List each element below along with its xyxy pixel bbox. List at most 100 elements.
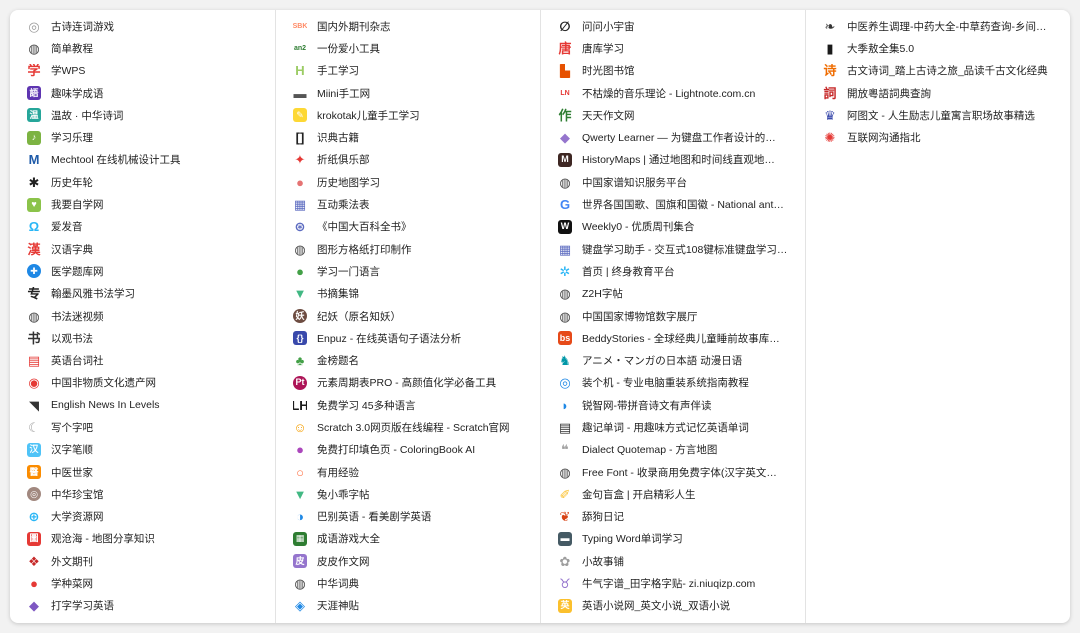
bookmark-item[interactable]: LH 免费学习 45多种语言 — [276, 394, 540, 416]
bookmark-item[interactable]: ▮ 大季敖全集5.0 — [806, 37, 1070, 59]
bookmark-item[interactable]: 皮皮皮作文网 — [276, 550, 540, 572]
bookmark-item[interactable]: ◆ 打字学习英语 — [10, 595, 275, 617]
bookmark-item[interactable]: ▬ Miini手工网 — [276, 82, 540, 104]
bookmark-item[interactable]: ◎ 装个机 - 专业电脑重装系统指南教程 — [541, 372, 805, 394]
bookmark-item[interactable]: an2 一份爱小工具 — [276, 37, 540, 59]
poem-game-icon: ◎ — [28, 19, 40, 34]
bookmark-item[interactable]: ❖ 外文期刊 — [10, 550, 275, 572]
bookmark-item[interactable]: M HistoryMaps | 通过地图和时间线直观地… — [541, 149, 805, 171]
bookmark-item[interactable]: ✲ 首页 | 终身教育平台 — [541, 260, 805, 282]
bookmark-item[interactable]: W Weekly0 - 优质周刊集合 — [541, 216, 805, 238]
bookmark-item[interactable]: ▙ 时光图书馆 — [541, 60, 805, 82]
bookmark-item[interactable]: 妖纪妖（原名知妖） — [276, 305, 540, 327]
install-icon: ◎ — [559, 375, 571, 390]
bookmark-item[interactable]: ◍ 书法迷视频 — [10, 305, 275, 327]
bookmark-item[interactable]: ● 免费打印填色页 - ColoringBook AI — [276, 439, 540, 461]
bookmark-label: 英语台词社 — [51, 355, 104, 368]
bookmark-item[interactable]: ✿ 小故事铺 — [541, 550, 805, 572]
bookmark-item[interactable]: 詞開放粵語詞典查詢 — [806, 82, 1070, 104]
bookmark-item[interactable]: ❦ 舔狗日记 — [541, 506, 805, 528]
bookmark-item[interactable]: ▦ 成语游戏大全 — [276, 528, 540, 550]
miini-icon: ▬ — [293, 86, 307, 101]
bookmark-item[interactable]: ◉ 中国非物质文化遗产网 — [10, 372, 275, 394]
bookmark-item[interactable]: 醫中医世家 — [10, 461, 275, 483]
bookmark-item[interactable]: ▤ 趣记单词 - 用趣味方式记忆英语单词 — [541, 416, 805, 438]
bookmark-item[interactable]: Pt 元素周期表PRO - 高颜值化学必备工具 — [276, 372, 540, 394]
bookmark-label: 历史年轮 — [51, 176, 93, 189]
bookmark-item[interactable]: 诗古文诗词_踏上古诗之旅_品读千古文化经典 — [806, 60, 1070, 82]
bookmark-label: アニメ・マンガの日本語 动漫日语 — [582, 355, 743, 368]
bookmark-item[interactable]: ✱ 历史年轮 — [10, 171, 275, 193]
bookmark-item[interactable]: 唐唐库学习 — [541, 37, 805, 59]
bookmark-item[interactable]: ◍ 简单教程 — [10, 37, 275, 59]
bookmark-item[interactable]: ◍ Z2H字帖 — [541, 283, 805, 305]
bookmark-label: 时光图书馆 — [582, 65, 635, 78]
bookmark-item[interactable]: bs BeddyStories - 全球经典儿童睡前故事库… — [541, 327, 805, 349]
bookmark-item[interactable]: ● 学习一门语言 — [276, 260, 540, 282]
bookmark-item[interactable]: 作天天作文网 — [541, 104, 805, 126]
bookmark-item[interactable]: 汉汉字笔顺 — [10, 439, 275, 461]
bookmark-item[interactable]: ◍ 图形方格纸打印制作 — [276, 238, 540, 260]
bookmark-item[interactable]: ▼ 兔小乖字帖 — [276, 483, 540, 505]
bookmark-item[interactable]: 专翰墨风雅书法学习 — [10, 283, 275, 305]
bookmark-label: 古诗连词游戏 — [51, 20, 114, 33]
bookmark-item[interactable]: ✐ 金句盲盒 | 开启精彩人生 — [541, 483, 805, 505]
bookmark-item[interactable]: ▦ 键盘学习助手 - 交互式108键标准键盘学习… — [541, 238, 805, 260]
bookmark-item[interactable]: ◍ Free Font - 收录商用免费字体(汉字英文… — [541, 461, 805, 483]
bookmark-item[interactable]: G 世界各国国歌、国旗和国徽 - National ant… — [541, 193, 805, 215]
bookmark-item[interactable]: 語趣味学成语 — [10, 82, 275, 104]
bookmark-item[interactable]: ◎ 中华珍宝馆 — [10, 483, 275, 505]
bookmark-item[interactable]: ◍ 中国国家博物馆数字展厅 — [541, 305, 805, 327]
bookmark-label: 巴别英语 - 看美剧学英语 — [317, 511, 432, 524]
bookmark-item[interactable]: ◑ 巴别英语 - 看美剧学英语 — [276, 506, 540, 528]
bookmark-column-2: SBK 国内外期刊杂志 an2 一份爱小工具 H 手工学习 ▬ Miini手工网 ✎ krokot… — [275, 10, 540, 623]
bookmark-item[interactable]: 学学WPS — [10, 60, 275, 82]
bookmark-item[interactable]: ▦ 互动乘法表 — [276, 193, 540, 215]
tang-icon: 唐 — [558, 41, 572, 56]
bookmark-item[interactable]: ⊛ 《中国大百科全书》 — [276, 216, 540, 238]
bookmark-item[interactable]: ❧ 中医养生调理-中药大全-中草药查询-乡间… — [806, 15, 1070, 37]
bookmark-item[interactable]: H 手工学习 — [276, 60, 540, 82]
bookmark-item[interactable]: ▬ Typing Word单词学习 — [541, 528, 805, 550]
bookmark-item[interactable]: ✚ 医学题库网 — [10, 260, 275, 282]
bookmark-item[interactable]: ✎ krokotak儿童手工学习 — [276, 104, 540, 126]
bookmark-item[interactable]: ○ 有用经验 — [276, 461, 540, 483]
bookmark-item[interactable]: [] 识典古籍 — [276, 126, 540, 148]
bookmark-item[interactable]: ◍ 中华词典 — [276, 572, 540, 594]
bookmark-item[interactable]: ♛ 阿图文 - 人生励志儿童寓言职场故事精选 — [806, 104, 1070, 126]
bookmark-item[interactable]: ✺ 互联网沟通指北 — [806, 126, 1070, 148]
bookmark-item[interactable]: ♥ 我要自学网 — [10, 193, 275, 215]
bookmark-item[interactable]: ♞ アニメ・マンガの日本語 动漫日语 — [541, 349, 805, 371]
bookmark-item[interactable]: SBK 国内外期刊杂志 — [276, 15, 540, 37]
bookmark-item[interactable]: {} Enpuz - 在线英语句子语法分析 — [276, 327, 540, 349]
bookmark-item[interactable]: ◍ 中国家谱知识服务平台 — [541, 171, 805, 193]
bookmark-item[interactable]: ⊕ 大学资源网 — [10, 506, 275, 528]
bookmark-item[interactable]: ☺ Scratch 3.0网页版在线编程 - Scratch官网 — [276, 416, 540, 438]
bookmark-item[interactable]: ▼ 书摘集锦 — [276, 283, 540, 305]
bookmark-item[interactable]: ∅ 问问小宇宙 — [541, 15, 805, 37]
bookmark-item[interactable]: Ω 爱发音 — [10, 216, 275, 238]
bookmark-label: 大季敖全集5.0 — [847, 42, 915, 55]
bookmark-item[interactable]: ☾ 写个字吧 — [10, 416, 275, 438]
bookmark-item[interactable]: LN 不枯燥的音乐理论 - Lightnote.com.cn — [541, 82, 805, 104]
bookmark-item[interactable]: ◆ Qwerty Learner — 为键盘工作者设计的… — [541, 126, 805, 148]
bookmark-item[interactable]: ❝ Dialect Quotemap - 方言地图 — [541, 439, 805, 461]
bookmark-item[interactable]: ♪ 学习乐理 — [10, 126, 275, 148]
bookmark-item[interactable]: 书以观书法 — [10, 327, 275, 349]
bookmark-item[interactable]: 漢汉语字典 — [10, 238, 275, 260]
bookmark-item[interactable]: ◥ English News In Levels — [10, 394, 275, 416]
bookmark-item[interactable]: ▤ 英语台词社 — [10, 349, 275, 371]
bookmark-item[interactable]: ● 学种菜网 — [10, 572, 275, 594]
bookmark-item[interactable]: 英英语小说网_英文小说_双语小说 — [541, 595, 805, 617]
bookmark-item[interactable]: ◎ 古诗连词游戏 — [10, 15, 275, 37]
bookmark-item[interactable]: ✦ 折纸俱乐部 — [276, 149, 540, 171]
bookmark-item[interactable]: ◈ 天涯神贴 — [276, 595, 540, 617]
bookmark-item[interactable]: ♉ 牛气字谱_田字格字贴- zi.niuqizp.com — [541, 572, 805, 594]
bookmark-item[interactable]: ● 历史地图学习 — [276, 171, 540, 193]
bookmark-item[interactable]: 圖观沧海 - 地图分享知识 — [10, 528, 275, 550]
bookmark-label: 识典古籍 — [317, 132, 359, 145]
bookmark-item[interactable]: M Mechtool 在线机械设计工具 — [10, 149, 275, 171]
bookmark-item[interactable]: 温温故 · 中华诗词 — [10, 104, 275, 126]
bookmark-item[interactable]: ◗ 锐智网-带拼音诗文有声伴读 — [541, 394, 805, 416]
bookmark-item[interactable]: ♣ 金榜题名 — [276, 349, 540, 371]
